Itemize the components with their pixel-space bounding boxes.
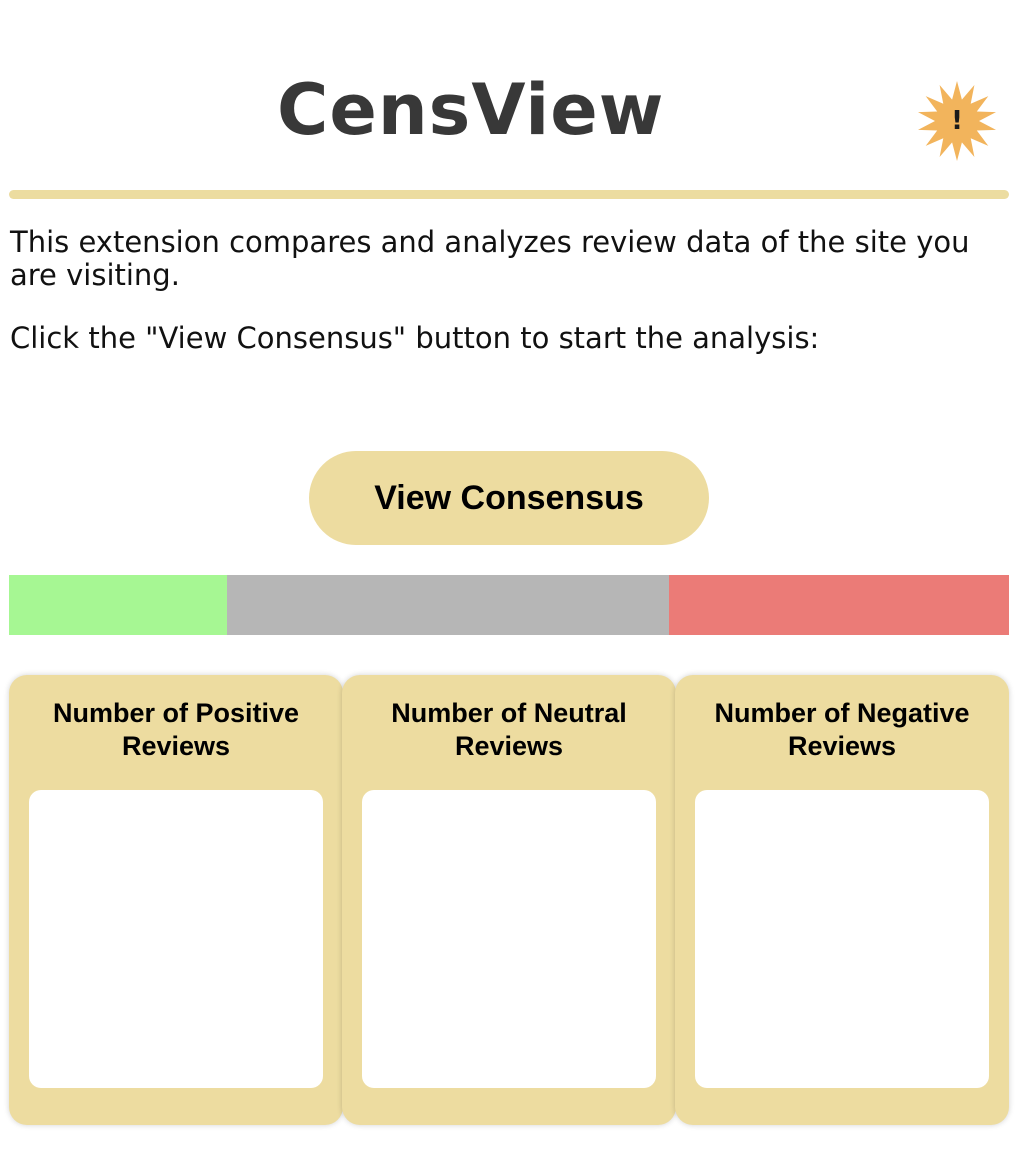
neutral-segment	[227, 575, 669, 635]
neutral-reviews-count	[362, 790, 656, 1088]
logo-text: CensView	[277, 69, 665, 151]
neutral-reviews-title: Number of Neutral Reviews	[391, 698, 627, 761]
exclamation-mark: !	[951, 106, 963, 136]
review-count-cards: Number of Positive Reviews Number of Neu…	[9, 675, 1009, 1125]
logo: CensView !	[277, 62, 996, 162]
view-consensus-button[interactable]: View Consensus	[309, 451, 709, 545]
positive-reviews-count	[29, 790, 323, 1088]
instruction-text: Click the "View Consensus" button to sta…	[10, 321, 820, 355]
consensus-bar	[9, 575, 1009, 635]
positive-segment	[9, 575, 227, 635]
negative-reviews-count	[695, 790, 989, 1088]
header-divider	[9, 190, 1009, 199]
extension-description: This extension compares and analyzes rev…	[10, 225, 970, 292]
negative-reviews-card: Number of Negative Reviews	[675, 675, 1009, 1125]
negative-reviews-title: Number of Negative Reviews	[714, 698, 970, 761]
positive-reviews-card: Number of Positive Reviews	[9, 675, 343, 1125]
negative-segment	[669, 575, 1009, 635]
positive-reviews-title: Number of Positive Reviews	[52, 698, 300, 761]
starburst-icon: !	[907, 80, 1007, 162]
neutral-reviews-card: Number of Neutral Reviews	[342, 675, 676, 1125]
